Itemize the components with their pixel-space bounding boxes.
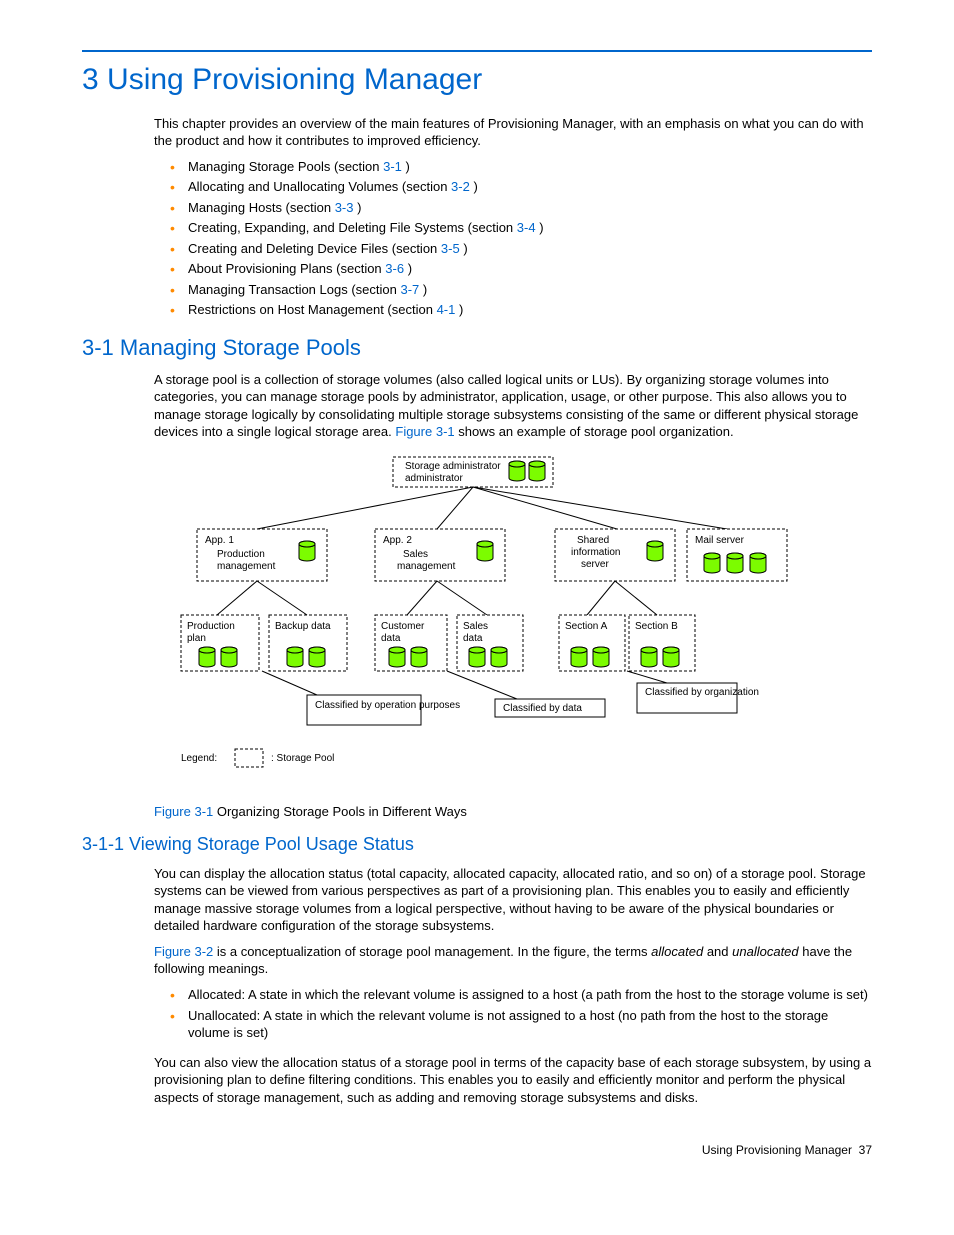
svg-text:data: data	[463, 633, 483, 644]
page-footer: Using Provisioning Manager 37	[82, 1142, 872, 1158]
chapter-intro: This chapter provides an overview of the…	[154, 115, 872, 150]
svg-text:server: server	[581, 559, 609, 570]
body-text: You can also view the allocation status …	[154, 1054, 872, 1107]
xref-link[interactable]: 3-6	[385, 261, 404, 276]
section-3-1-heading: 3-1 Managing Storage Pools	[82, 333, 872, 363]
svg-text:App. 2: App. 2	[383, 535, 412, 546]
svg-text:Shared: Shared	[577, 535, 609, 546]
svg-text:Customer: Customer	[381, 621, 425, 632]
xref-link[interactable]: 3-3	[335, 200, 354, 215]
list-item: Unallocated: A state in which the releva…	[188, 1007, 872, 1042]
xref-link[interactable]: 4-1	[437, 302, 456, 317]
list-item: Allocated: A state in which the relevant…	[188, 986, 872, 1004]
svg-text:administrator: administrator	[405, 473, 463, 484]
svg-text:management: management	[217, 561, 276, 572]
figure-3-1-diagram: Storage administrator administrator App.…	[157, 455, 797, 795]
toc-item: Restrictions on Host Management (section…	[188, 301, 872, 319]
page-number: 37	[859, 1143, 872, 1157]
body-text: Figure 3-2 is a conceptualization of sto…	[154, 943, 872, 978]
toc-item: About Provisioning Plans (section 3-6 )	[188, 260, 872, 278]
chapter-title: 3 Using Provisioning Manager	[82, 60, 872, 101]
svg-text:data: data	[381, 633, 401, 644]
chapter-name: Using Provisioning Manager	[107, 63, 482, 96]
xref-link[interactable]: Figure 3-2	[154, 944, 213, 959]
xref-link[interactable]: 3-4	[517, 220, 536, 235]
svg-text:management: management	[397, 561, 456, 572]
xref-link[interactable]: 3-1	[383, 159, 402, 174]
svg-text:: Storage Pool: : Storage Pool	[271, 753, 334, 764]
body-text: You can display the allocation status (t…	[154, 865, 872, 935]
svg-text:Sales: Sales	[463, 621, 488, 632]
toc-item: Managing Hosts (section 3-3 )	[188, 199, 872, 217]
figure-label: Figure 3-1	[154, 804, 213, 819]
svg-text:Legend:: Legend:	[181, 753, 217, 764]
section-3-1-1-heading: 3-1-1 Viewing Storage Pool Usage Status	[82, 832, 872, 856]
svg-text:Section B: Section B	[635, 621, 678, 632]
toc-item: Managing Transaction Logs (section 3-7 )	[188, 281, 872, 299]
svg-text:Storage administrator: Storage administrator	[405, 461, 501, 472]
svg-text:Mail server: Mail server	[695, 535, 745, 546]
definition-list: Allocated: A state in which the relevant…	[154, 986, 872, 1042]
figure-3-1-caption: Figure 3-1 Organizing Storage Pools in D…	[154, 803, 872, 821]
toc-item: Allocating and Unallocating Volumes (sec…	[188, 178, 872, 196]
toc-item: Managing Storage Pools (section 3-1 )	[188, 158, 872, 176]
chapter-toc: Managing Storage Pools (section 3-1 ) Al…	[154, 158, 872, 319]
svg-text:Sales: Sales	[403, 549, 428, 560]
toc-item: Creating and Deleting Device Files (sect…	[188, 240, 872, 258]
toc-item: Creating, Expanding, and Deleting File S…	[188, 219, 872, 237]
xref-link[interactable]: Figure 3-1	[395, 424, 454, 439]
svg-text:information: information	[571, 547, 620, 558]
xref-link[interactable]: 3-5	[441, 241, 460, 256]
svg-text:Section A: Section A	[565, 621, 608, 632]
svg-text:Production: Production	[187, 621, 235, 632]
svg-text:Classified by operation purpos: Classified by operation purposes	[315, 700, 460, 711]
chapter-number: 3	[82, 63, 99, 96]
svg-text:Classified by organization: Classified by organization	[645, 687, 759, 698]
svg-text:App. 1: App. 1	[205, 535, 234, 546]
svg-text:Classified by data: Classified by data	[503, 703, 582, 714]
xref-link[interactable]: 3-7	[400, 282, 419, 297]
svg-text:Production: Production	[217, 549, 265, 560]
svg-text:Backup data: Backup data	[275, 621, 331, 632]
svg-text:plan: plan	[187, 633, 206, 644]
section-3-1-body: A storage pool is a collection of storag…	[154, 371, 872, 441]
xref-link[interactable]: 3-2	[451, 179, 470, 194]
